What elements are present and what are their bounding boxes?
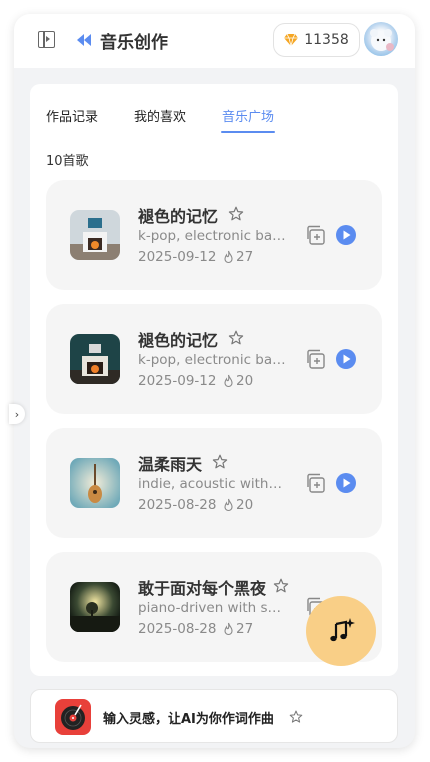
song-tags: k-pop, electronic ballad [138,228,286,244]
tab-music-square[interactable]: 音乐广场 [221,106,276,133]
song-count: 10首歌 [46,154,89,169]
prompt-bar[interactable]: 输入灵感，让AI为你作词作曲 [30,689,398,743]
flame-icon [224,498,233,511]
song-date: 2025-08-28 [138,621,217,637]
song-likes: 27 [222,249,253,265]
points-value: 11358 [304,32,349,48]
header: 音乐创作 11358 [14,14,415,68]
flame-icon [224,250,233,263]
song-tags: indie, acoustic with soft vocals [138,476,286,492]
star-icon[interactable] [212,454,228,470]
song-date: 2025-09-12 [138,249,217,265]
points-badge[interactable]: 11358 [273,23,360,57]
song-date: 2025-09-12 [138,373,217,389]
prompt-text: 输入灵感，让AI为你作词作曲 [103,712,274,727]
add-to-playlist-icon[interactable] [305,472,327,494]
star-icon[interactable] [273,578,289,594]
likes-count: 20 [236,497,254,513]
avatar[interactable] [364,22,398,56]
song-date: 2025-08-28 [138,497,217,513]
star-icon[interactable] [228,330,244,346]
song-tags: k-pop, electronic ballad [138,352,286,368]
likes-count: 20 [236,373,254,389]
flame-icon [224,622,233,635]
play-icon[interactable] [335,348,357,370]
create-music-button[interactable] [306,596,376,666]
song-cover [70,582,120,632]
music-sparkle-icon [330,618,355,642]
avatar-image [370,29,394,51]
song-cover [70,458,120,508]
play-icon[interactable] [335,224,357,246]
double-chevron-left-icon[interactable] [76,33,92,47]
star-icon[interactable] [228,206,244,222]
play-icon[interactable] [335,472,357,494]
likes-count: 27 [236,249,254,265]
flame-icon [224,374,233,387]
song-cover [70,210,120,260]
chevron-right-icon: › [14,407,20,421]
vinyl-record-icon [55,699,91,735]
song-cover [70,334,120,384]
main-panel: 作品记录 我的喜欢 音乐广场 10首歌 褪色的记忆 k-pop, electro… [30,84,398,676]
song-title: 褪色的记忆 [138,207,219,226]
likes-count: 27 [236,621,254,637]
song-card[interactable]: 温柔雨天 indie, acoustic with soft vocals 20… [46,428,382,538]
song-likes: 27 [222,621,253,637]
add-to-playlist-icon[interactable] [305,224,327,246]
tab-bar: 作品记录 我的喜欢 音乐广场 [46,106,310,133]
page-title: 音乐创作 [100,33,168,53]
song-likes: 20 [222,497,253,513]
sidebar-toggle-icon[interactable] [38,31,55,48]
song-title: 温柔雨天 [138,455,203,474]
add-to-playlist-icon[interactable] [305,348,327,370]
tab-works[interactable]: 作品记录 [46,106,98,125]
diamond-icon [284,34,299,46]
song-likes: 20 [222,373,253,389]
song-card[interactable]: 褪色的记忆 k-pop, electronic ballad 2025-09-1… [46,304,382,414]
tab-favorites[interactable]: 我的喜欢 [134,106,186,125]
song-card[interactable]: 褪色的记忆 k-pop, electronic ballad 2025-09-1… [46,180,382,290]
song-tags: piano-driven with soft vocals [138,600,286,616]
star-icon [289,710,303,723]
song-title: 敢于面对每个黑夜 [138,579,267,598]
song-title: 褪色的记忆 [138,331,219,350]
